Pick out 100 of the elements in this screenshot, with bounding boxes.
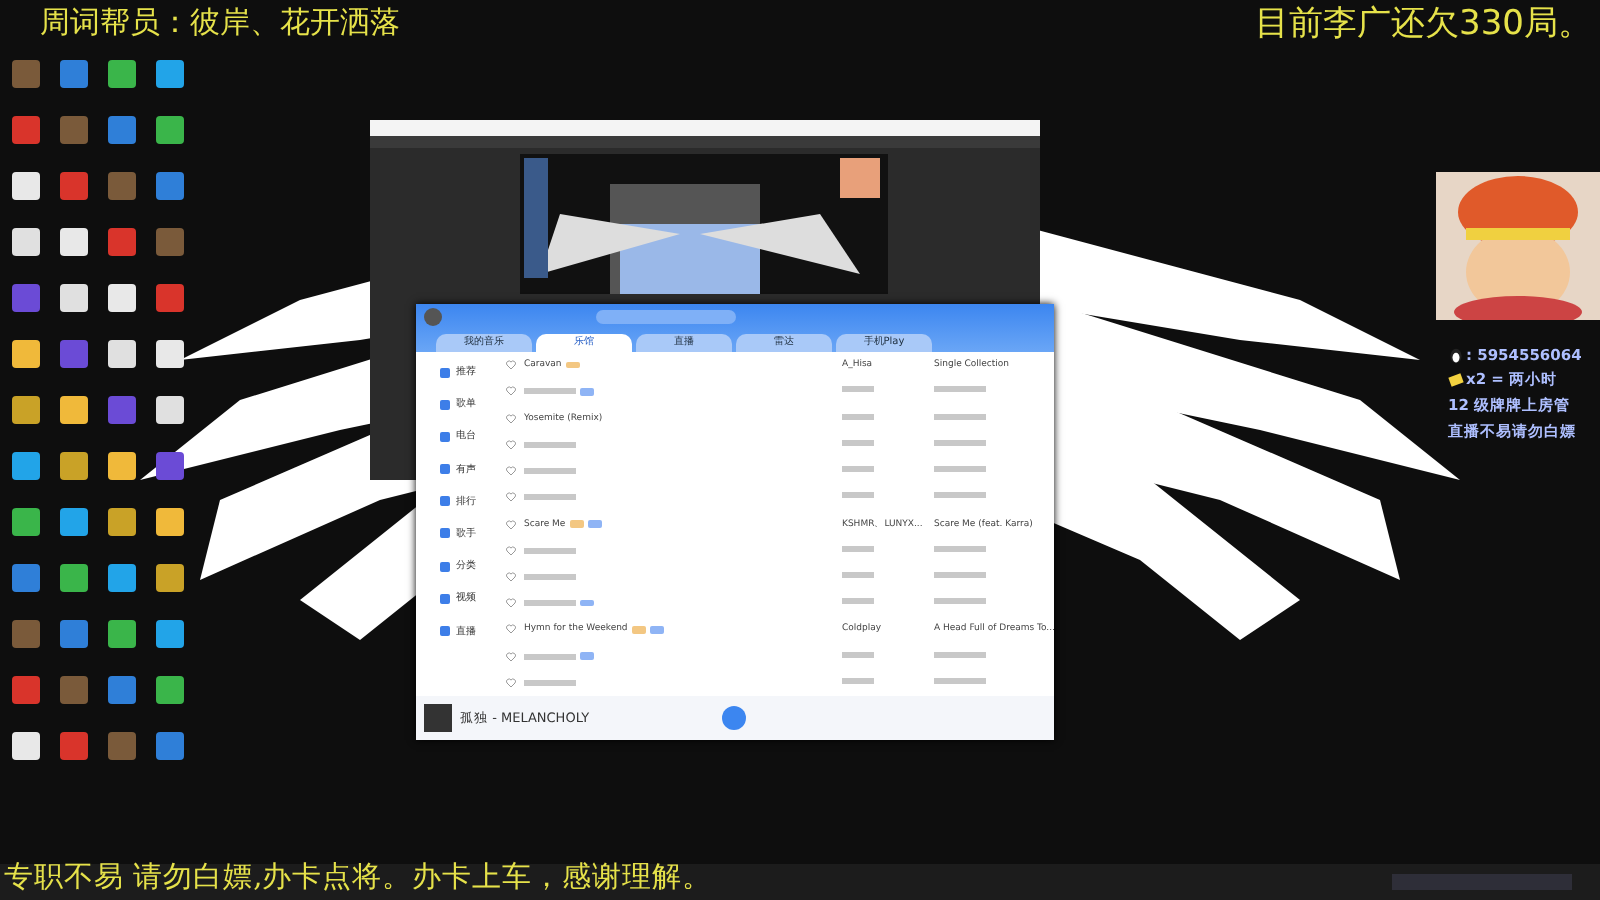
app-icon[interactable] bbox=[156, 620, 184, 648]
heart-icon[interactable] bbox=[506, 360, 516, 371]
app-icon[interactable] bbox=[12, 340, 40, 368]
app-icon[interactable] bbox=[12, 620, 40, 648]
blurred-text bbox=[842, 598, 874, 605]
app-icon[interactable] bbox=[156, 340, 184, 368]
app-icon[interactable] bbox=[12, 396, 40, 424]
blurred-text bbox=[934, 598, 986, 605]
overlay-text: 专职不易 请勿白嫖,办卡点将。办卡上车，感谢理解。 bbox=[4, 860, 713, 896]
app-icon[interactable] bbox=[156, 564, 184, 592]
app-icon[interactable] bbox=[60, 116, 88, 144]
blurred-text bbox=[524, 547, 576, 554]
app-icon[interactable] bbox=[60, 508, 88, 536]
heart-icon[interactable] bbox=[506, 545, 516, 556]
blurred-text bbox=[842, 677, 874, 684]
app-icon[interactable] bbox=[60, 284, 88, 312]
heart-icon[interactable] bbox=[506, 598, 516, 609]
app-icon[interactable] bbox=[156, 60, 184, 88]
app-icon[interactable] bbox=[108, 284, 136, 312]
heart-icon[interactable] bbox=[506, 439, 516, 450]
app-icon[interactable] bbox=[108, 60, 136, 88]
app-icon[interactable] bbox=[108, 564, 136, 592]
app-icon[interactable] bbox=[60, 676, 88, 704]
app-icon[interactable] bbox=[156, 732, 184, 760]
app-icon[interactable] bbox=[60, 732, 88, 760]
avatar-icon bbox=[424, 308, 442, 326]
heart-icon[interactable] bbox=[506, 571, 516, 582]
blurred-text bbox=[524, 600, 576, 607]
app-icon[interactable] bbox=[12, 508, 40, 536]
app-icon[interactable] bbox=[156, 116, 184, 144]
app-icon[interactable] bbox=[156, 396, 184, 424]
blurred-text bbox=[524, 494, 576, 501]
heart-icon[interactable] bbox=[506, 519, 516, 530]
heart-icon[interactable] bbox=[506, 466, 516, 477]
app-icon[interactable] bbox=[60, 172, 88, 200]
heart-icon[interactable] bbox=[506, 413, 516, 424]
search-field[interactable] bbox=[596, 310, 736, 324]
app-icon[interactable] bbox=[156, 452, 184, 480]
app-icon[interactable] bbox=[12, 676, 40, 704]
app-icon[interactable] bbox=[60, 228, 88, 256]
blurred-text bbox=[524, 679, 576, 686]
app-icon[interactable] bbox=[60, 564, 88, 592]
penguin-icon bbox=[1448, 347, 1464, 363]
app-icon[interactable] bbox=[156, 284, 184, 312]
heart-icon[interactable] bbox=[506, 624, 516, 635]
app-icon[interactable] bbox=[60, 340, 88, 368]
blurred-text bbox=[934, 651, 986, 658]
overlay-text: 目前李广还欠330局。 bbox=[1255, 2, 1592, 46]
app-icon[interactable] bbox=[108, 396, 136, 424]
app-icon[interactable] bbox=[108, 732, 136, 760]
app-icon[interactable] bbox=[108, 676, 136, 704]
blurred-text bbox=[934, 677, 986, 684]
app-icon[interactable] bbox=[12, 732, 40, 760]
app-icon[interactable] bbox=[12, 452, 40, 480]
blurred-text bbox=[842, 466, 874, 473]
blurred-text bbox=[934, 545, 986, 552]
blurred-text bbox=[934, 571, 986, 578]
blurred-text bbox=[524, 653, 576, 660]
blurred-text bbox=[842, 571, 874, 578]
app-icon[interactable] bbox=[156, 676, 184, 704]
card-icon bbox=[1448, 372, 1464, 388]
heart-icon[interactable] bbox=[506, 386, 516, 397]
app-icon[interactable] bbox=[108, 116, 136, 144]
app-icon[interactable] bbox=[12, 60, 40, 88]
app-icon[interactable] bbox=[108, 508, 136, 536]
app-icon[interactable] bbox=[12, 228, 40, 256]
heart-icon[interactable] bbox=[506, 492, 516, 503]
blurred-text bbox=[524, 468, 576, 475]
blurred-text bbox=[842, 545, 874, 552]
heart-icon[interactable] bbox=[506, 677, 516, 688]
app-icon[interactable] bbox=[60, 396, 88, 424]
blurred-text bbox=[934, 413, 986, 420]
blurred-text bbox=[842, 413, 874, 420]
app-icon[interactable] bbox=[108, 340, 136, 368]
overlay-text: 周词帮员：彼岸、花开洒落 bbox=[40, 4, 400, 42]
blurred-text bbox=[934, 492, 986, 499]
app-icon[interactable] bbox=[12, 284, 40, 312]
album-cover-icon bbox=[424, 704, 452, 732]
app-icon[interactable] bbox=[108, 172, 136, 200]
blurred-text bbox=[842, 439, 874, 446]
app-icon[interactable] bbox=[12, 116, 40, 144]
app-icon[interactable] bbox=[156, 228, 184, 256]
pause-button[interactable] bbox=[722, 706, 746, 730]
blurred-text bbox=[934, 386, 986, 393]
blurred-text bbox=[934, 439, 986, 446]
blurred-text bbox=[524, 388, 576, 395]
heart-icon[interactable] bbox=[506, 651, 516, 662]
blurred-text bbox=[842, 651, 874, 658]
blurred-text bbox=[842, 492, 874, 499]
blurred-text bbox=[524, 573, 576, 580]
app-icon[interactable] bbox=[108, 228, 136, 256]
app-icon[interactable] bbox=[108, 452, 136, 480]
app-icon[interactable] bbox=[60, 620, 88, 648]
app-icon[interactable] bbox=[60, 452, 88, 480]
app-icon[interactable] bbox=[156, 172, 184, 200]
app-icon[interactable] bbox=[108, 620, 136, 648]
app-icon[interactable] bbox=[12, 172, 40, 200]
app-icon[interactable] bbox=[12, 564, 40, 592]
app-icon[interactable] bbox=[156, 508, 184, 536]
app-icon[interactable] bbox=[60, 60, 88, 88]
